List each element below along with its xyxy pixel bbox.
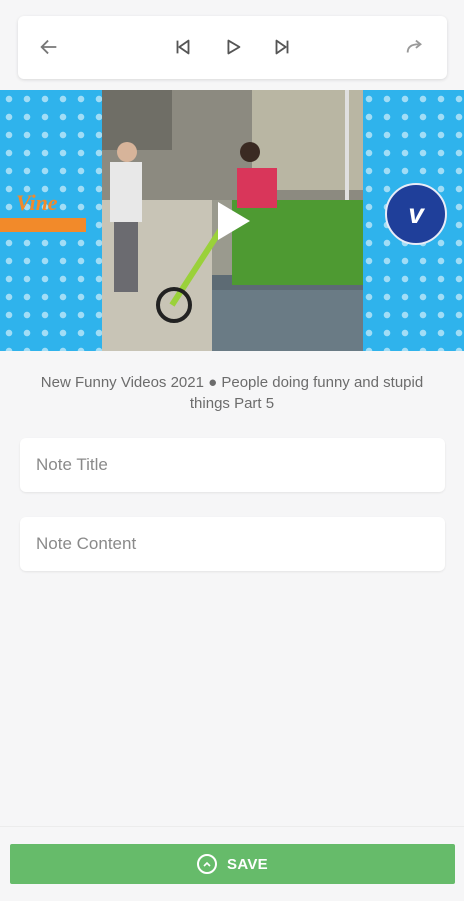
note-title-input[interactable] [20,438,442,492]
vine-logo: Vine [16,190,58,215]
play-icon [227,39,241,55]
video-player[interactable]: Vine v [0,90,464,351]
back-button[interactable] [34,32,64,62]
save-icon [197,854,218,874]
media-toolbar [18,16,447,79]
next-button[interactable] [267,32,297,62]
video-play-icon[interactable] [218,202,250,240]
play-button[interactable] [218,32,248,62]
skip-next-icon [275,39,289,55]
note-content-field[interactable] [20,517,445,571]
channel-badge-icon: v [385,183,447,245]
vine-banner [0,218,86,232]
save-label: SAVE [227,855,268,873]
video-title: New Funny Videos 2021 ● People doing fun… [40,374,424,412]
share-button[interactable] [400,32,430,62]
note-title-field[interactable] [20,438,445,492]
note-content-input[interactable] [20,517,442,571]
previous-button[interactable] [168,32,198,62]
save-button[interactable]: SAVE [10,844,455,884]
skip-previous-icon [176,39,190,55]
arrow-left-icon [40,39,57,55]
share-arrow-icon [406,39,422,53]
